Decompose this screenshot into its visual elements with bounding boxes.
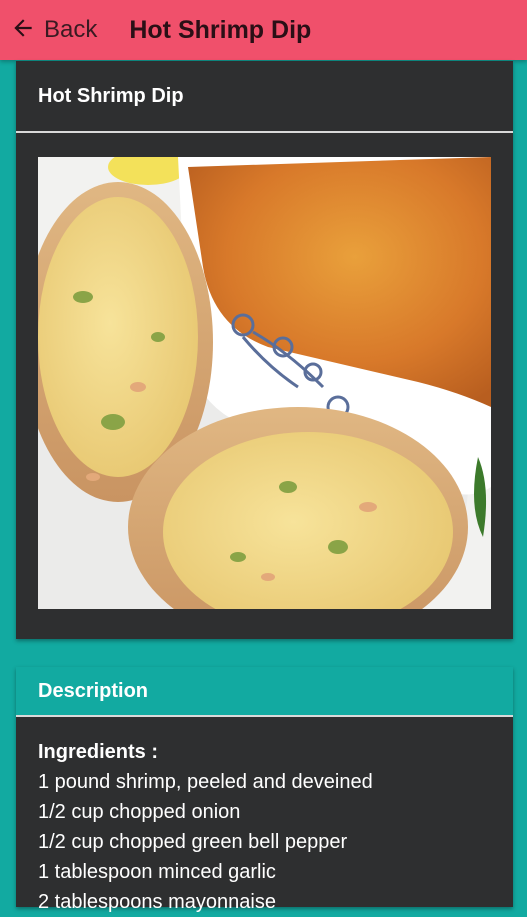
divider <box>16 715 513 717</box>
recipe-title: Hot Shrimp Dip <box>38 85 184 107</box>
back-label: Back <box>44 16 98 43</box>
app-bar: Back Hot Shrimp Dip <box>0 0 527 60</box>
arrow-left-icon <box>10 15 36 46</box>
page-title: Hot Shrimp Dip <box>129 15 312 44</box>
ingredients-heading: Ingredients : <box>38 741 159 763</box>
ingredient-item: 1/2 cup chopped onion <box>38 801 241 823</box>
description-card: Description Ingredients : 1 pound shrimp… <box>16 667 513 913</box>
ingredient-item: 1 pound shrimp, peeled and deveined <box>38 771 373 793</box>
description-body: Ingredients : 1 pound shrimp, peeled and… <box>38 737 373 917</box>
description-header: Description <box>16 667 513 715</box>
ingredient-item: 1 tablespoon minced garlic <box>38 861 276 883</box>
recipe-photo <box>38 157 491 609</box>
recipe-card: Hot Shrimp Dip <box>16 61 513 639</box>
ingredient-item: 1/2 cup chopped green bell pepper <box>38 831 348 853</box>
ingredient-item: 2 tablespoons mayonnaise <box>38 891 276 913</box>
description-title: Description <box>38 680 149 702</box>
divider <box>16 131 513 133</box>
back-button[interactable]: Back <box>10 15 97 46</box>
